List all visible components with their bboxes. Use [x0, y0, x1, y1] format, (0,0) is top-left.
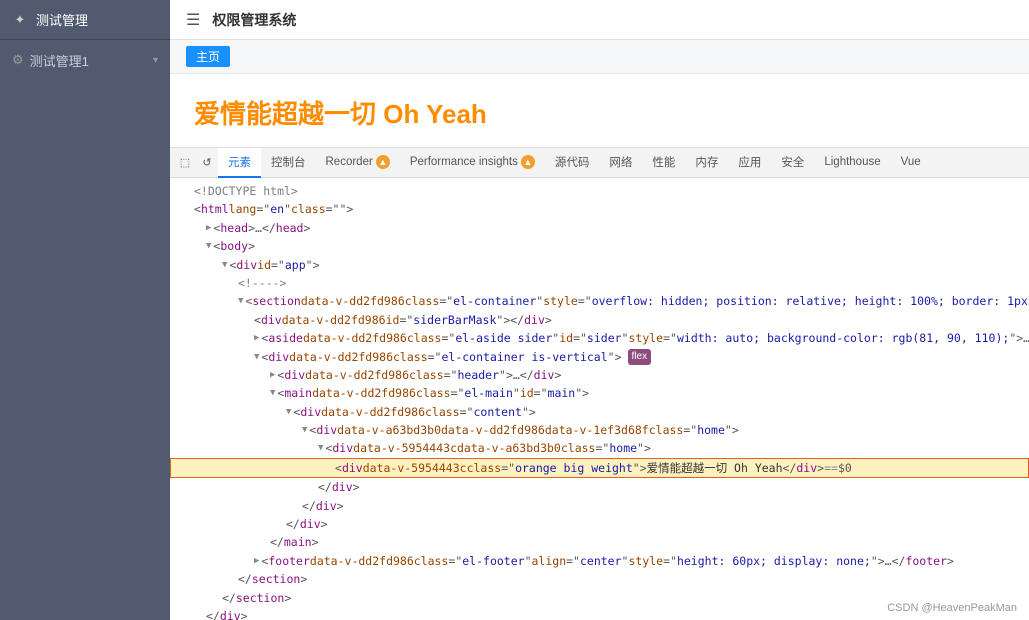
hamburger-icon[interactable]: ☰ [186, 10, 200, 30]
sidebar-item-management[interactable]: ⚙ 测试管理1 ▾ [0, 40, 170, 80]
source-line-17: </div> [170, 478, 1029, 496]
tab-security[interactable]: 安全 [771, 148, 814, 178]
gear-icon: ⚙ [12, 52, 24, 68]
devtools-icon-cursor[interactable]: ⬚ [174, 152, 196, 174]
recorder-warning-badge: ▲ [376, 155, 390, 169]
devtools-icon-refresh[interactable]: ↺ [196, 152, 218, 174]
source-line-10: ▼ <div data-v-dd2fd986 class="el-contain… [170, 348, 1029, 366]
source-line-6: <!----> [170, 274, 1029, 292]
main-area: ☰ 权限管理系统 主页 爱情能超越一切 Oh Yeah ⬚ ↺ 元素 控制台 [170, 0, 1029, 620]
tab-sources[interactable]: 源代码 [545, 148, 600, 178]
tab-network[interactable]: 网络 [599, 148, 642, 178]
source-line-20: </main> [170, 533, 1029, 551]
source-line-12: ▼ <main data-v-dd2fd986 class="el-main" … [170, 384, 1029, 402]
tab-memory[interactable]: 内存 [685, 148, 728, 178]
chevron-down-icon: ▾ [153, 55, 158, 66]
sidebar-logo-icon: ✦ [12, 12, 28, 28]
source-line-8: <div data-v-dd2fd986 id="siderBarMask"><… [170, 311, 1029, 329]
source-line-7: ▼ <section data-v-dd2fd986 class="el-con… [170, 292, 1029, 310]
source-line-2: <html lang="en" class=" "> [170, 200, 1029, 218]
source-line-11: ▶ <div data-v-dd2fd986 class="header">…<… [170, 366, 1029, 384]
tab-console[interactable]: 控制台 [261, 148, 316, 178]
main-header: ☰ 权限管理系统 [170, 0, 1029, 40]
source-line-16-highlighted[interactable]: <div data-v-5954443c class="orange big w… [170, 458, 1029, 478]
source-line-5: ▼ <div id="app"> [170, 256, 1029, 274]
breadcrumb-tag[interactable]: 主页 [186, 46, 230, 67]
devtools-source-panel[interactable]: <!DOCTYPE html> <html lang="en" class=" … [170, 178, 1029, 620]
sidebar-title: 测试管理 [36, 10, 88, 29]
devtools-panel: ⬚ ↺ 元素 控制台 Recorder ▲ Performance insigh… [170, 148, 1029, 620]
perf-insights-warning-badge: ▲ [521, 155, 535, 169]
tab-performance-insights[interactable]: Performance insights ▲ [400, 148, 545, 178]
source-line-1: <!DOCTYPE html> [170, 182, 1029, 200]
main-title: 权限管理系统 [212, 10, 296, 30]
app-content-preview: 爱情能超越一切 Oh Yeah [170, 74, 1029, 148]
source-line-3: ▶ <head>…</head> [170, 219, 1029, 237]
breadcrumb: 主页 [170, 40, 1029, 74]
source-line-4: ▼ <body> [170, 237, 1029, 255]
tab-performance[interactable]: 性能 [642, 148, 685, 178]
source-line-13: ▼ <div data-v-dd2fd986 class="content"> [170, 403, 1029, 421]
sidebar: ✦ 测试管理 ⚙ 测试管理1 ▾ [0, 0, 170, 620]
tab-lighthouse[interactable]: Lighthouse [814, 148, 890, 178]
source-line-14: ▼ <div data-v-a63bd3b0 data-v-dd2fd986 d… [170, 421, 1029, 439]
source-line-18: </div> [170, 497, 1029, 515]
app-big-text: 爱情能超越一切 Oh Yeah [194, 94, 1005, 131]
tab-recorder[interactable]: Recorder ▲ [316, 148, 400, 178]
tab-application[interactable]: 应用 [728, 148, 771, 178]
sidebar-item-label: 测试管理1 [30, 51, 89, 70]
source-line-19: </div> [170, 515, 1029, 533]
source-line-22: </section> [170, 570, 1029, 588]
sidebar-header: ✦ 测试管理 [0, 0, 170, 40]
tab-vue[interactable]: Vue [891, 148, 931, 178]
devtools-tabs: ⬚ ↺ 元素 控制台 Recorder ▲ Performance insigh… [170, 148, 1029, 178]
watermark: CSDN @HeavenPeakMan [887, 602, 1017, 614]
tab-elements[interactable]: 元素 [218, 148, 261, 178]
source-line-15: ▼ <div data-v-5954443c data-v-a63bd3b0 c… [170, 439, 1029, 457]
source-line-21: ▶ <footer data-v-dd2fd986 class="el-foot… [170, 552, 1029, 570]
source-line-9: ▶ <aside data-v-dd2fd986 class="el-aside… [170, 329, 1029, 347]
